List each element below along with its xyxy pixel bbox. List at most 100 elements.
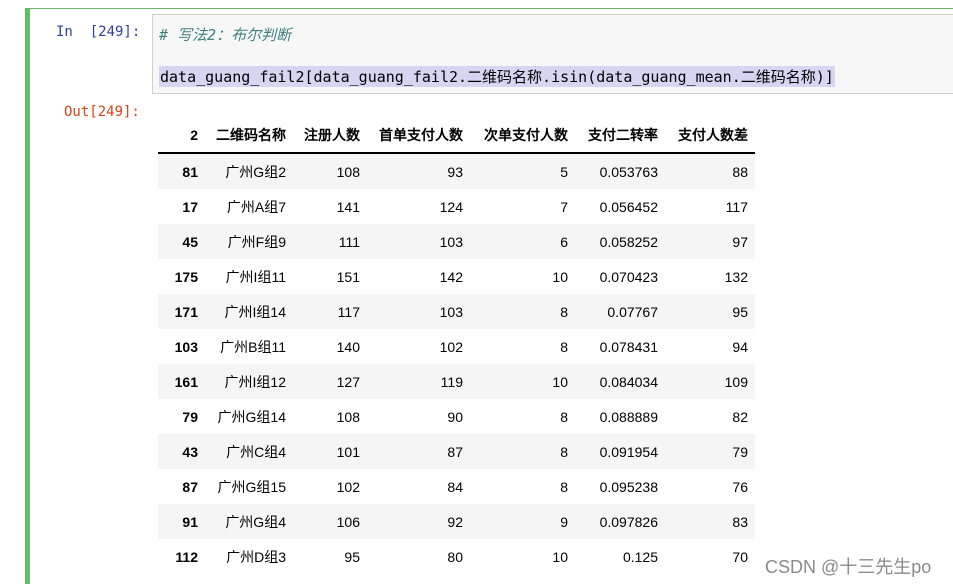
row-index: 91 — [182, 513, 198, 530]
table-cell: 101 — [336, 443, 360, 460]
table-cell: 102 — [439, 338, 463, 355]
table-cell: 95 — [732, 303, 748, 320]
table-cell: 108 — [336, 408, 360, 425]
row-index: 161 — [174, 373, 198, 390]
table-cell: 124 — [439, 198, 463, 215]
table-cell: 0.07767 — [607, 303, 658, 320]
table-cell: 0.088889 — [599, 408, 658, 425]
table-cell: 7 — [560, 198, 568, 215]
table-cell: 84 — [447, 478, 463, 495]
table-cell: 80 — [447, 548, 463, 565]
code-editor[interactable]: # 写法2：布尔判断 data_guang_fail2[data_guang_f… — [152, 14, 953, 94]
table-cell: 0.058252 — [599, 233, 658, 250]
table-cell: 90 — [447, 408, 463, 425]
table-cell: 102 — [336, 478, 360, 495]
table-row: 43 广州C组4 101 87 8 0.091954 79 — [158, 434, 755, 469]
table-cell: 0.091954 — [599, 443, 658, 460]
table-cell: 广州B组11 — [220, 338, 286, 355]
table-body: 81 广州G组2 108 93 5 0.053763 88 17 广州A组7 141 124 7 0.0… — [158, 153, 755, 574]
table-cell: 119 — [440, 373, 463, 390]
table-cell: 151 — [336, 268, 360, 285]
output-area: 2 二维码名称 注册人数 首单支付人数 次单支付人数 支付二转率 支付人数差 8… — [158, 118, 755, 574]
table-row: 91 广州G组4 106 92 9 0.097826 83 — [158, 504, 755, 539]
table-cell: 广州G组14 — [217, 408, 286, 425]
table-cell: 广州A组7 — [226, 198, 286, 215]
row-index: 112 — [175, 548, 198, 565]
code-comment: # 写法2：布尔判断 — [159, 26, 292, 44]
column-header: 支付二转率 — [575, 118, 665, 154]
row-index: 43 — [182, 443, 198, 460]
table-cell: 97 — [732, 233, 748, 250]
table-cell: 141 — [336, 198, 360, 215]
table-cell: 76 — [732, 478, 748, 495]
watermark: CSDN @十三先生po — [765, 557, 932, 577]
output-prompt: Out[249]: — [64, 104, 140, 120]
row-index: 17 — [182, 198, 198, 215]
table-cell: 广州D组3 — [226, 548, 286, 565]
row-index: 45 — [182, 233, 198, 250]
row-index: 103 — [174, 338, 198, 355]
table-row: 81 广州G组2 108 93 5 0.053763 88 — [158, 153, 755, 189]
table-cell: 127 — [336, 373, 360, 390]
column-header: 次单支付人数 — [470, 118, 575, 154]
input-prompt: In [249]: — [56, 24, 141, 40]
table-cell: 广州G组4 — [225, 513, 286, 530]
table-cell: 5 — [560, 163, 568, 180]
table-row: 79 广州G组14 108 90 8 0.088889 82 — [158, 399, 755, 434]
table-cell: 140 — [336, 338, 360, 355]
table-cell: 103 — [439, 303, 463, 320]
table-cell: 6 — [560, 233, 568, 250]
table-cell: 83 — [732, 513, 748, 530]
code-expression: data_guang_fail2[data_guang_fail2.二维码名称.… — [159, 66, 835, 87]
table-row: 175 广州I组11 151 142 10 0.070423 132 — [158, 259, 755, 294]
table-cell: 79 — [732, 443, 748, 460]
table-cell: 广州G组15 — [217, 478, 286, 495]
table-cell: 108 — [336, 163, 360, 180]
table-row: 161 广州I组12 127 119 10 0.084034 109 — [158, 364, 755, 399]
table-cell: 广州C组4 — [226, 443, 286, 460]
table-cell: 132 — [724, 268, 748, 285]
table-row: 112 广州D组3 95 80 10 0.125 70 — [158, 539, 755, 574]
table-header-row: 2 二维码名称 注册人数 首单支付人数 次单支付人数 支付二转率 支付人数差 — [158, 118, 755, 154]
table-cell: 103 — [439, 233, 463, 250]
table-cell: 10 — [552, 268, 568, 285]
table-row: 17 广州A组7 141 124 7 0.056452 117 — [158, 189, 755, 224]
table-cell: 8 — [560, 338, 568, 355]
table-cell: 94 — [732, 338, 748, 355]
table-cell: 0.095238 — [599, 478, 658, 495]
row-index: 79 — [182, 408, 198, 425]
dataframe-table: 2 二维码名称 注册人数 首单支付人数 次单支付人数 支付二转率 支付人数差 8… — [158, 118, 755, 574]
row-index: 87 — [182, 478, 198, 495]
row-index: 81 — [182, 163, 198, 180]
table-cell: 8 — [560, 303, 568, 320]
table-cell: 109 — [724, 373, 748, 390]
index-header: 2 — [158, 118, 205, 154]
table-cell: 0.056452 — [599, 198, 658, 215]
table-cell: 10 — [552, 548, 568, 565]
table-row: 171 广州I组14 117 103 8 0.07767 95 — [158, 294, 755, 329]
table-cell: 87 — [447, 443, 463, 460]
table-cell: 广州I组11 — [225, 268, 286, 285]
table-row: 103 广州B组11 140 102 8 0.078431 94 — [158, 329, 755, 364]
table-cell: 142 — [439, 268, 463, 285]
table-cell: 106 — [336, 513, 360, 530]
table-cell: 70 — [732, 548, 748, 565]
table-cell: 广州F组9 — [227, 233, 286, 250]
table-cell: 88 — [732, 163, 748, 180]
column-header: 二维码名称 — [205, 118, 293, 154]
table-cell: 10 — [552, 373, 568, 390]
column-header: 首单支付人数 — [367, 118, 470, 154]
row-index: 171 — [174, 303, 198, 320]
column-header: 注册人数 — [293, 118, 367, 154]
table-cell: 8 — [560, 443, 568, 460]
table-cell: 111 — [338, 233, 360, 250]
table-cell: 0.084034 — [599, 373, 658, 390]
table-cell: 0.097826 — [599, 513, 658, 530]
table-cell: 117 — [337, 303, 360, 320]
table-cell: 8 — [560, 478, 568, 495]
table-cell: 0.070423 — [599, 268, 658, 285]
table-cell: 9 — [560, 513, 568, 530]
table-cell: 8 — [560, 408, 568, 425]
table-cell: 117 — [725, 198, 748, 215]
table-row: 45 广州F组9 111 103 6 0.058252 97 — [158, 224, 755, 259]
